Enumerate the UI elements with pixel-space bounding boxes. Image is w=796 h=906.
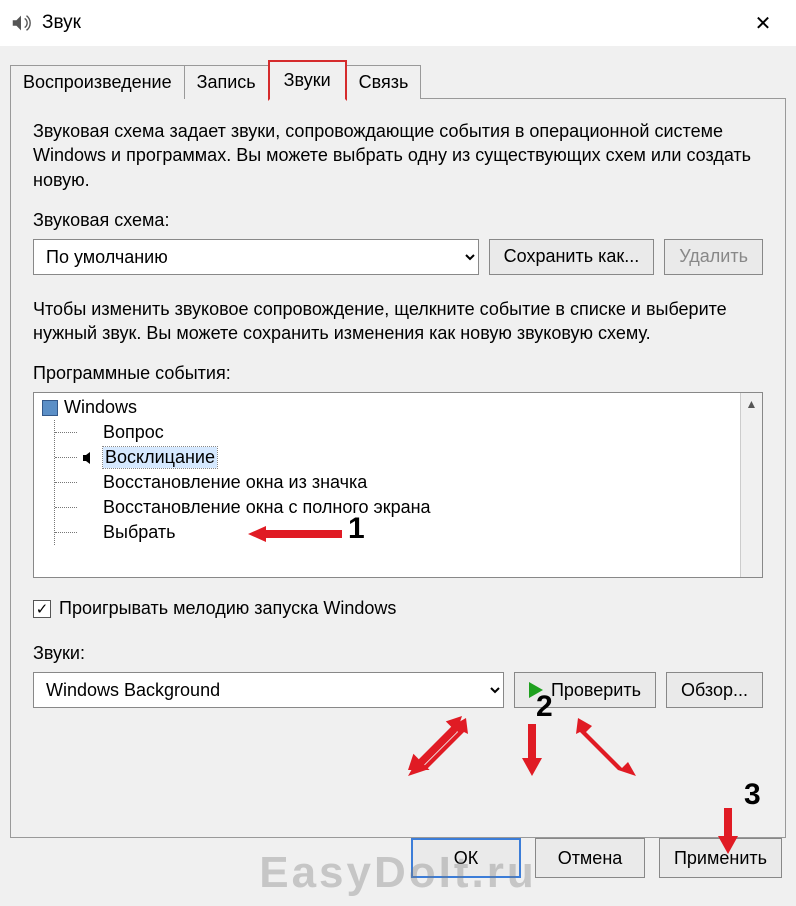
tree-root: Windows Вопрос Восклицание: [42, 397, 732, 545]
browse-button[interactable]: Обзор...: [666, 672, 763, 708]
events-listbox[interactable]: Windows Вопрос Восклицание: [33, 392, 763, 578]
titlebar: Звук ✕: [0, 0, 796, 46]
tab-playback[interactable]: Воспроизведение: [10, 65, 185, 99]
speaker-icon: [81, 449, 99, 467]
scheme-label: Звуковая схема:: [33, 210, 763, 231]
play-icon: [529, 682, 543, 698]
events-description: Чтобы изменить звуковое сопровождение, щ…: [33, 297, 763, 346]
tree-children: Вопрос Восклицание Восстановление окна и…: [54, 420, 732, 545]
scroll-up-button[interactable]: ▲: [741, 393, 762, 415]
windows-icon: [42, 400, 58, 416]
event-item-label: Восстановление окна с полного экрана: [103, 497, 431, 518]
close-button[interactable]: ✕: [740, 0, 786, 46]
sounds-label: Звуки:: [33, 643, 763, 664]
tree-root-row[interactable]: Windows: [42, 397, 732, 418]
event-item-label: Вопрос: [103, 422, 164, 443]
tab-communications[interactable]: Связь: [346, 65, 422, 99]
event-item-label: Выбрать: [103, 522, 176, 543]
events-label: Программные события:: [33, 363, 763, 384]
checkbox-icon[interactable]: ✓: [33, 600, 51, 618]
test-button-label: Проверить: [551, 680, 641, 701]
events-content: Windows Вопрос Восклицание: [34, 393, 740, 577]
tab-panel-sounds: Звуковая схема задает звуки, сопровождаю…: [10, 98, 786, 838]
tab-row: Воспроизведение Запись Звуки Связь: [10, 60, 786, 99]
scheme-description: Звуковая схема задает звуки, сопровождаю…: [33, 119, 763, 192]
scheme-select[interactable]: По умолчанию: [33, 239, 479, 275]
event-item-3[interactable]: Восстановление окна с полного экрана: [55, 495, 732, 520]
event-item-4[interactable]: Выбрать: [55, 520, 732, 545]
scroll-track[interactable]: [741, 415, 762, 577]
events-scrollbar[interactable]: ▲: [740, 393, 762, 577]
cancel-button[interactable]: Отмена: [535, 838, 645, 878]
scheme-row: По умолчанию Сохранить как... Удалить: [33, 239, 763, 275]
sounds-row: Windows Background Проверить Обзор...: [33, 672, 763, 708]
tab-container: Воспроизведение Запись Звуки Связь Звуко…: [10, 60, 786, 838]
event-item-label: Восстановление окна из значка: [103, 472, 367, 493]
save-as-button[interactable]: Сохранить как...: [489, 239, 655, 275]
sound-file-select[interactable]: Windows Background: [33, 672, 504, 708]
test-button[interactable]: Проверить: [514, 672, 656, 708]
event-item-label: Восклицание: [103, 447, 217, 468]
tab-sounds[interactable]: Звуки: [268, 60, 347, 101]
watermark: EasyDoIt.ru: [259, 848, 537, 898]
apply-button[interactable]: Применить: [659, 838, 782, 878]
event-item-2[interactable]: Восстановление окна из значка: [55, 470, 732, 495]
startup-sound-label: Проигрывать мелодию запуска Windows: [59, 598, 396, 619]
sound-icon: [10, 12, 32, 34]
event-item-1[interactable]: Восклицание: [55, 445, 732, 470]
startup-sound-checkbox-row[interactable]: ✓ Проигрывать мелодию запуска Windows: [33, 598, 763, 619]
event-item-0[interactable]: Вопрос: [55, 420, 732, 445]
delete-button[interactable]: Удалить: [664, 239, 763, 275]
window-title: Звук: [42, 12, 740, 34]
tab-recording[interactable]: Запись: [184, 65, 269, 99]
tree-root-label: Windows: [64, 397, 137, 418]
